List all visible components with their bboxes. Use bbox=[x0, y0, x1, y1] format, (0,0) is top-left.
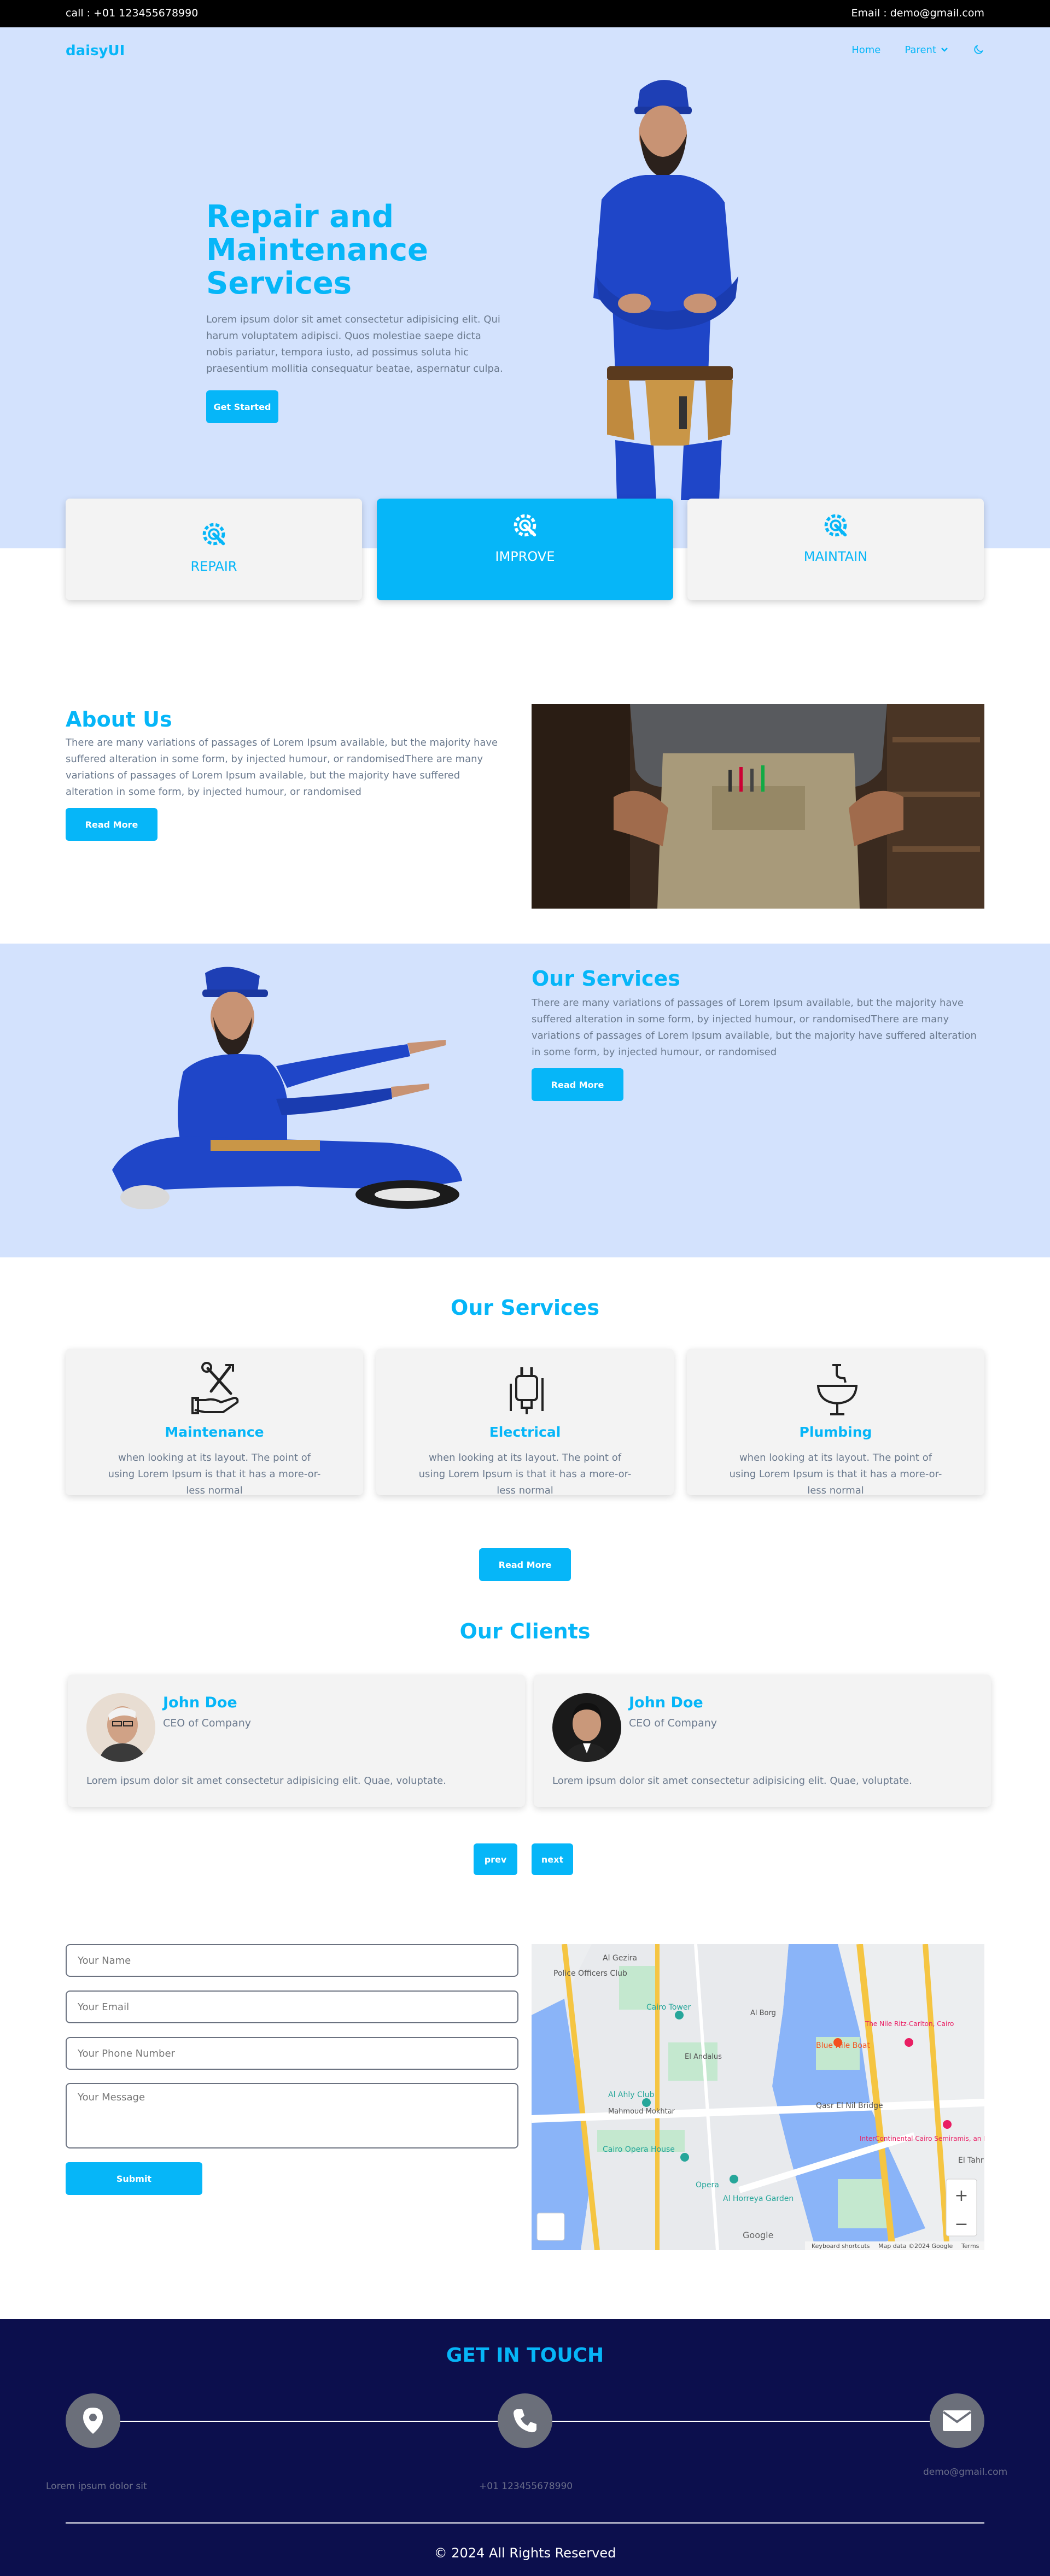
map-label: Mahmoud Mokhtar bbox=[608, 2107, 675, 2116]
about-text: There are many variations of passages of… bbox=[66, 737, 498, 798]
footer-phone: +01 123455678990 bbox=[479, 2481, 573, 2492]
map-label: Al Borg bbox=[750, 2009, 776, 2017]
client-card: John Doe CEO of Company Lorem ipsum dolo… bbox=[68, 1675, 525, 1807]
hero-title: Repair and Maintenance Services bbox=[206, 199, 429, 301]
phone-input[interactable] bbox=[66, 2037, 518, 2070]
about-read-more-button[interactable]: Read More bbox=[66, 808, 158, 841]
footer-address: Lorem ipsum dolor sit bbox=[46, 2481, 147, 2492]
name-input[interactable] bbox=[66, 1944, 518, 1977]
email-input[interactable] bbox=[66, 1990, 518, 2023]
services-title: Our Services bbox=[451, 1296, 599, 1320]
repairman-image bbox=[593, 80, 738, 500]
gear-wrench-icon bbox=[514, 514, 536, 537]
service-title-plumbing: Plumbing bbox=[799, 1424, 872, 1440]
message-textarea[interactable] bbox=[66, 2083, 518, 2148]
gear-wrench-icon bbox=[824, 514, 847, 537]
nav-parent-dropdown[interactable]: Parent bbox=[905, 44, 948, 56]
clients-next-button[interactable]: next bbox=[532, 1843, 573, 1875]
submit-button[interactable]: Submit bbox=[66, 2162, 202, 2195]
mail-icon bbox=[930, 2393, 984, 2448]
chevron-down-icon bbox=[941, 48, 948, 52]
feature-label-maintain: MAINTAIN bbox=[803, 549, 868, 564]
client-quote: Lorem ipsum dolor sit amet consectetur a… bbox=[86, 1775, 446, 1787]
service-title-maintenance: Maintenance bbox=[165, 1424, 264, 1440]
map-label: El Andalus bbox=[685, 2053, 722, 2061]
sink-faucet-icon bbox=[816, 1364, 858, 1415]
zoom-in-icon[interactable]: + bbox=[954, 2186, 968, 2205]
services-intro-text: There are many variations of passages of… bbox=[532, 997, 977, 1058]
footer-title: GET IN TOUCH bbox=[446, 2344, 604, 2367]
brand-logo[interactable]: daisyUI bbox=[66, 43, 125, 59]
hero-section bbox=[0, 27, 1050, 548]
workshop-apron-image bbox=[532, 704, 984, 909]
services-intro-title: Our Services bbox=[532, 967, 680, 991]
map-label: Al Gezira bbox=[603, 1954, 637, 1963]
street-view-button[interactable] bbox=[536, 2212, 565, 2241]
map-label: Police Officers Club bbox=[553, 1969, 627, 1978]
electric-plug-icon bbox=[510, 1367, 544, 1414]
clients-title: Our Clients bbox=[459, 1619, 591, 1643]
map-label: InterContinental Cairo Semiramis, an IHG bbox=[860, 2135, 984, 2142]
clients-prev-button[interactable]: prev bbox=[474, 1843, 517, 1875]
services-read-more-button[interactable]: Read More bbox=[479, 1548, 571, 1581]
gear-wrench-icon bbox=[202, 523, 225, 546]
feature-card-improve[interactable]: IMPROVE bbox=[377, 499, 673, 600]
map-label: Al Horreya Garden bbox=[723, 2194, 794, 2203]
map-keyboard-shortcuts-link[interactable]: Keyboard shortcuts bbox=[812, 2243, 870, 2250]
service-card-maintenance[interactable]: Maintenance when looking at its layout. … bbox=[66, 1349, 363, 1496]
map-terms-link[interactable]: Terms bbox=[961, 2243, 979, 2250]
hand-tools-icon bbox=[191, 1362, 239, 1414]
client-role: CEO of Company bbox=[163, 1717, 252, 1729]
about-title: About Us bbox=[66, 707, 172, 731]
phone-icon bbox=[498, 2393, 552, 2448]
service-text-plumbing: when looking at its layout. The point of… bbox=[729, 1452, 942, 1496]
main-nav: Home Parent bbox=[851, 44, 984, 56]
client-quote: Lorem ipsum dolor sit amet consectetur a… bbox=[552, 1775, 912, 1787]
topbar-email: Email : demo@gmail.com bbox=[851, 7, 984, 19]
client-role: CEO of Company bbox=[629, 1717, 718, 1729]
hero-text: Lorem ipsum dolor sit amet consectetur a… bbox=[206, 314, 503, 374]
service-card-electrical[interactable]: Electrical when looking at its layout. T… bbox=[376, 1349, 674, 1496]
map-embed[interactable]: Police Officers Club Al Gezira Cairo Tow… bbox=[532, 1944, 984, 2250]
service-card-plumbing[interactable]: Plumbing when looking at its layout. The… bbox=[687, 1349, 984, 1496]
map-label: The Nile Ritz-Carlton, Cairo bbox=[865, 2020, 954, 2028]
client-avatar bbox=[86, 1693, 155, 1762]
feature-label-improve: IMPROVE bbox=[495, 549, 555, 564]
service-title-electrical: Electrical bbox=[489, 1424, 561, 1440]
client-name: John Doe bbox=[163, 1694, 237, 1711]
get-started-button[interactable]: Get Started bbox=[206, 390, 278, 423]
moon-icon[interactable] bbox=[972, 44, 984, 56]
footer-divider bbox=[66, 2522, 984, 2524]
map-google-attribution: Google bbox=[743, 2230, 773, 2240]
client-name: John Doe bbox=[629, 1694, 703, 1711]
map-label: Cairo Tower bbox=[646, 2003, 691, 2012]
client-card: John Doe CEO of Company Lorem ipsum dolo… bbox=[534, 1675, 991, 1807]
map-label: Al Ahly Club bbox=[608, 2091, 655, 2099]
location-pin-icon bbox=[66, 2393, 120, 2448]
nav-parent-label: Parent bbox=[905, 44, 936, 56]
top-bar: call : +01 123455678990 Email : demo@gma… bbox=[0, 0, 1050, 27]
zoom-out-icon[interactable]: − bbox=[954, 2215, 968, 2234]
feature-label-repair: REPAIR bbox=[190, 559, 237, 574]
map-data-credit: Map data ©2024 Google bbox=[878, 2243, 953, 2250]
feature-card-maintain[interactable]: MAINTAIN bbox=[687, 499, 984, 600]
feature-card-repair[interactable]: REPAIR bbox=[66, 499, 362, 600]
map-label: Cairo Opera House bbox=[603, 2145, 675, 2154]
map-canvas[interactable]: Police Officers Club Al Gezira Cairo Tow… bbox=[532, 1944, 984, 2250]
footer-copyright: © 2024 All Rights Reserved bbox=[434, 2545, 616, 2561]
service-text-maintenance: when looking at its layout. The point of… bbox=[108, 1452, 321, 1496]
client-avatar bbox=[552, 1693, 621, 1762]
nav-home-link[interactable]: Home bbox=[851, 44, 880, 56]
footer-email: demo@gmail.com bbox=[923, 2467, 1008, 2478]
map-label: Qasr El Nil Bridge bbox=[816, 2101, 883, 2110]
map-label: Blue Nile Boat bbox=[816, 2041, 870, 2050]
map-label: Opera bbox=[696, 2181, 719, 2189]
services-intro-read-more-button[interactable]: Read More bbox=[532, 1068, 623, 1101]
repairman-pointing-image bbox=[112, 967, 462, 1209]
topbar-phone: call : +01 123455678990 bbox=[66, 7, 199, 19]
map-label: El Tahrir bbox=[958, 2156, 984, 2165]
service-text-electrical: when looking at its layout. The point of… bbox=[418, 1452, 632, 1496]
